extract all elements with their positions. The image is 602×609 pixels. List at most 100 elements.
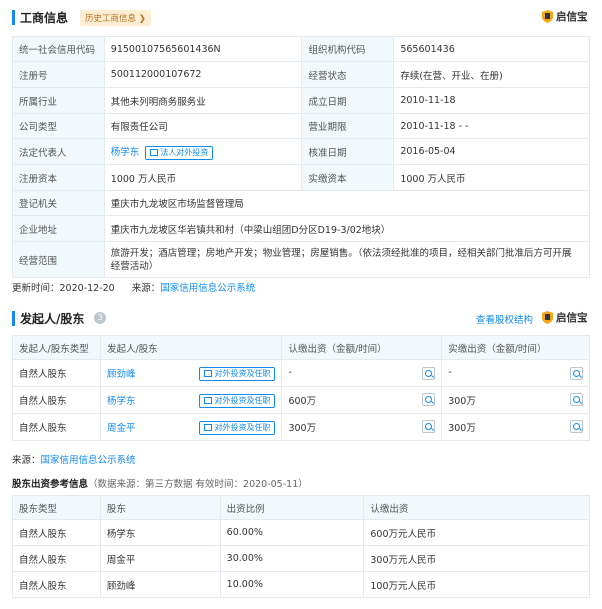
table-row: 经营范围 旅游开发；酒店管理；房地产开发；物业管理；房屋销售。（依法须经批准的项… xyxy=(12,241,591,278)
shareholder-cell: 顾劲峰 对外投资及任职 xyxy=(99,359,283,387)
scope-value: 旅游开发；酒店管理；房地产开发；物业管理；房屋销售。（依法须经批准的项目，经相关… xyxy=(103,241,591,278)
search-icon[interactable] xyxy=(570,420,583,433)
section-marker xyxy=(12,10,15,25)
table-row: 企业地址 重庆市九龙坡区华岩镇共和村（中梁山组团D分区D19-3/02地块） xyxy=(12,215,591,242)
search-icon[interactable] xyxy=(422,420,436,433)
credit-code-label: 统一社会信用代码 xyxy=(12,36,105,62)
table-row: 自然人股东 杨学东 对外投资及任职 600万 300万 xyxy=(12,386,590,414)
legal-rep-label: 法定代表人 xyxy=(12,138,105,165)
table-row: 公司类型 有限责任公司 营业期限 2010-11-18 - - xyxy=(12,113,590,139)
col-header: 股东类型 xyxy=(12,495,101,520)
source-label: 来源： xyxy=(131,283,161,294)
shield-icon xyxy=(542,311,553,324)
subscribed-cell: - xyxy=(281,359,443,387)
status-label: 经营状态 xyxy=(301,61,395,88)
approval-date-label: 核准日期 xyxy=(301,138,395,165)
contribution-note: （数据来源：第三方数据 有效时间：2020-05-11） xyxy=(88,479,308,490)
scope-line-1: 旅游开发；酒店管理；房地产开发；物业管理；房屋销售。（依法须经批准的项目，经相关… xyxy=(110,247,572,259)
shareholder-cell: 周金平 对外投资及任职 xyxy=(99,413,283,441)
history-business-info-link[interactable]: 历史工商信息 ❯ xyxy=(80,10,151,26)
subscribed-value: 600万 xyxy=(288,396,317,407)
table-row: 注册资本 1000 万人民币 实缴资本 1000 万人民币 xyxy=(12,164,590,191)
founded-label: 成立日期 xyxy=(301,87,395,114)
paid-value: 300万 xyxy=(448,396,476,407)
briefcase-icon xyxy=(150,148,159,156)
paid-value: 300万 xyxy=(448,423,476,434)
founded-value: 2010-11-18 xyxy=(393,87,590,114)
briefcase-icon xyxy=(204,396,213,404)
source-link[interactable]: 国家信用信息公示系统 xyxy=(41,455,136,466)
scope-line-2: 经营活动） xyxy=(110,260,159,272)
source-link[interactable]: 国家信用信息公示系统 xyxy=(160,283,255,294)
contribution-heading: 股东出资参考信息（数据来源：第三方数据 有效时间：2020-05-11） xyxy=(12,476,308,490)
contribution-title: 股东出资参考信息 xyxy=(12,479,89,490)
subscribed-value: 300万 xyxy=(288,423,317,434)
shareholders-table: 发起人/股东类型 发起人/股东 认缴出资（金额/时间） 实缴出资（金额/时间） … xyxy=(12,335,590,441)
legal-rep-investment-tag[interactable]: 法人对外投资 xyxy=(145,145,214,160)
subscribed-value: - xyxy=(288,366,292,378)
qixinbao-logo[interactable]: 启信宝 xyxy=(542,9,588,24)
holder-amount: 600万元人民币 xyxy=(363,519,590,546)
shareholder-link[interactable]: 顾劲峰 xyxy=(107,369,136,380)
table-header-row: 股东类型 股东 出资比例 认缴出资 xyxy=(12,495,590,520)
shareholder-count-badge: 3 xyxy=(94,312,106,324)
industry-label: 所属行业 xyxy=(12,87,105,114)
investment-tag[interactable]: 对外投资及任职 xyxy=(199,366,276,381)
brand-name: 启信宝 xyxy=(556,11,588,23)
col-header: 股东 xyxy=(99,495,221,520)
investment-tag-label: 对外投资及任职 xyxy=(214,368,271,378)
paid-capital-value: 1000 万人民币 xyxy=(393,164,590,191)
reg-number-value: 500112000107672 xyxy=(103,61,303,88)
paid-cell: 300万 xyxy=(441,413,590,441)
search-icon[interactable] xyxy=(570,393,583,406)
update-line: 更新时间：2020-12-20 来源：国家信用信息公示系统 xyxy=(12,280,255,294)
shareholder-type: 自然人股东 xyxy=(12,386,101,414)
col-header: 实缴出资（金额/时间） xyxy=(441,335,590,360)
qixinbao-logo[interactable]: 启信宝 xyxy=(542,310,588,325)
status-value: 存续(在营、开业、在册) xyxy=(393,61,590,88)
investment-tag[interactable]: 对外投资及任职 xyxy=(199,420,276,435)
org-code-label: 组织机构代码 xyxy=(301,36,395,62)
legal-rep-link[interactable]: 杨学东 xyxy=(111,147,140,158)
shareholders-title: 发起人/股东 xyxy=(20,312,85,326)
holder-name: 杨学东 xyxy=(99,519,221,546)
shareholder-cell: 杨学东 对外投资及任职 xyxy=(99,386,283,414)
reg-capital-label: 注册资本 xyxy=(12,164,105,191)
col-header: 出资比例 xyxy=(219,495,365,520)
search-icon[interactable] xyxy=(422,393,436,406)
search-icon[interactable] xyxy=(570,366,583,380)
reg-authority-value: 重庆市九龙坡区市场监督管理局 xyxy=(103,190,591,216)
shield-icon xyxy=(542,10,553,23)
search-icon[interactable] xyxy=(422,366,436,380)
company-type-label: 公司类型 xyxy=(12,113,105,139)
table-row: 自然人股东 周金平 对外投资及任职 300万 300万 xyxy=(12,413,590,441)
holder-type: 自然人股东 xyxy=(12,571,101,598)
col-header: 认缴出资 xyxy=(363,495,590,520)
paid-cell: 300万 xyxy=(441,386,590,414)
update-date: 2020-12-20 xyxy=(59,283,115,294)
shareholder-type: 自然人股东 xyxy=(12,413,101,441)
credit-code-value: 91500107565601436N xyxy=(103,36,303,62)
equity-structure-link[interactable]: 查看股权结构 xyxy=(476,312,533,326)
subscribed-cell: 300万 xyxy=(281,413,443,441)
paid-value: - xyxy=(448,366,452,378)
scope-label: 经营范围 xyxy=(12,241,105,278)
subscribed-cell: 600万 xyxy=(281,386,443,414)
col-header: 发起人/股东 xyxy=(99,335,283,360)
investment-tag[interactable]: 对外投资及任职 xyxy=(199,393,276,408)
approval-date-value: 2016-05-04 xyxy=(393,138,590,165)
business-info-title: 工商信息 xyxy=(20,11,69,25)
holder-ratio: 30.00% xyxy=(219,545,365,572)
reg-authority-label: 登记机关 xyxy=(12,190,105,216)
section-marker xyxy=(12,311,15,326)
col-header: 认缴出资（金额/时间） xyxy=(281,335,443,360)
table-row: 自然人股东 顾劲峰 10.00% 100万元人民币 xyxy=(12,571,590,598)
investment-tag-label: 对外投资及任职 xyxy=(214,422,271,432)
legal-rep-investment-label: 法人对外投资 xyxy=(160,147,209,157)
holder-ratio: 10.00% xyxy=(219,571,365,598)
shareholder-link[interactable]: 周金平 xyxy=(107,423,136,434)
briefcase-icon xyxy=(204,369,213,377)
address-label: 企业地址 xyxy=(12,215,105,242)
shareholder-link[interactable]: 杨学东 xyxy=(107,396,136,407)
contribution-table: 股东类型 股东 出资比例 认缴出资 自然人股东 杨学东 60.00% 600万元… xyxy=(12,495,590,598)
